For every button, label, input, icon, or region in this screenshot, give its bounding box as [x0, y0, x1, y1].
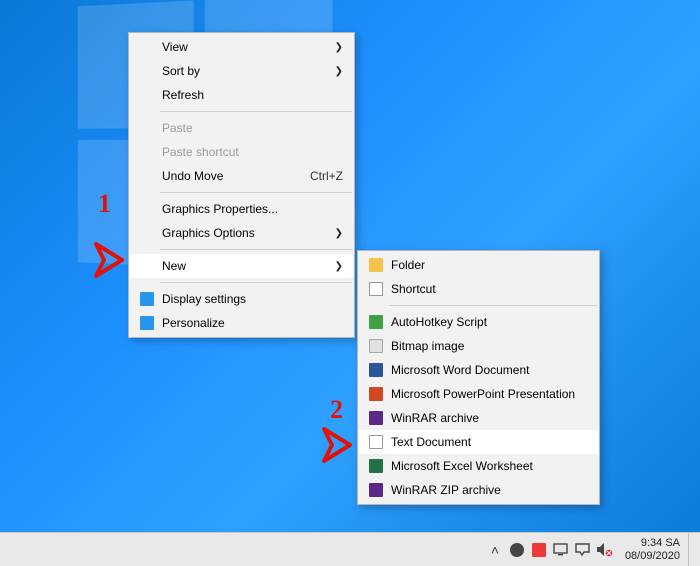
- submenu-item-shortcut[interactable]: Shortcut: [359, 277, 598, 301]
- menu-item-refresh[interactable]: Refresh: [130, 83, 353, 107]
- show-desktop-button[interactable]: [688, 533, 694, 566]
- submenu-item-excel[interactable]: Microsoft Excel Worksheet: [359, 454, 598, 478]
- menu-item-label: Shortcut: [387, 282, 588, 296]
- menu-item-new[interactable]: New ❯: [130, 254, 353, 278]
- menu-item-sort-by[interactable]: Sort by ❯: [130, 59, 353, 83]
- annotation-number-1: 1: [98, 189, 111, 219]
- menu-item-graphics-options[interactable]: Graphics Options ❯: [130, 221, 353, 245]
- shortcut-icon: [365, 282, 387, 296]
- chevron-right-icon: ❯: [329, 261, 343, 272]
- folder-icon: [365, 258, 387, 272]
- submenu-item-powerpoint[interactable]: Microsoft PowerPoint Presentation: [359, 382, 598, 406]
- menu-item-label: Text Document: [387, 435, 588, 449]
- menu-item-view[interactable]: View ❯: [130, 35, 353, 59]
- annotation-arrow-2: [320, 425, 356, 465]
- tray-volume-muted-icon[interactable]: [595, 540, 615, 560]
- menu-item-label: Microsoft PowerPoint Presentation: [387, 387, 588, 401]
- taskbar-date: 08/09/2020: [625, 550, 680, 563]
- menu-item-label: AutoHotkey Script: [387, 315, 588, 329]
- tray-overflow-icon[interactable]: ˄: [485, 540, 505, 560]
- menu-item-paste-shortcut: Paste shortcut: [130, 140, 353, 164]
- chevron-right-icon: ❯: [329, 66, 343, 77]
- tray-app-icon[interactable]: [507, 540, 527, 560]
- menu-item-label: Folder: [387, 258, 588, 272]
- powerpoint-icon: [365, 387, 387, 401]
- submenu-item-word[interactable]: Microsoft Word Document: [359, 358, 598, 382]
- menu-item-undo-move[interactable]: Undo Move Ctrl+Z: [130, 164, 353, 188]
- tray-action-center-icon[interactable]: [573, 540, 593, 560]
- submenu-item-text-document[interactable]: Text Document: [359, 430, 598, 454]
- chevron-right-icon: ❯: [329, 228, 343, 239]
- submenu-item-winrar[interactable]: WinRAR archive: [359, 406, 598, 430]
- annotation-number-2: 2: [330, 395, 343, 425]
- menu-item-paste: Paste: [130, 116, 353, 140]
- menu-item-label: Paste: [158, 121, 343, 135]
- display-icon: [136, 292, 158, 306]
- desktop-context-menu: View ❯ Sort by ❯ Refresh Paste Paste sho…: [128, 32, 355, 338]
- menu-item-label: Display settings: [158, 292, 343, 306]
- menu-item-label: Microsoft Excel Worksheet: [387, 459, 588, 473]
- submenu-item-bitmap[interactable]: Bitmap image: [359, 334, 598, 358]
- menu-separator: [389, 305, 597, 306]
- tray-vivaldi-icon[interactable]: [529, 540, 549, 560]
- taskbar: ˄ 9:34 SA 08/09/2020: [0, 532, 700, 566]
- menu-item-label: WinRAR archive: [387, 411, 588, 425]
- menu-item-label: Graphics Properties...: [158, 202, 343, 216]
- menu-item-label: View: [158, 40, 329, 54]
- menu-item-label: New: [158, 259, 329, 273]
- submenu-item-folder[interactable]: Folder: [359, 253, 598, 277]
- menu-item-accelerator: Ctrl+Z: [298, 169, 343, 183]
- annotation-arrow-1: [92, 240, 128, 280]
- ahk-icon: [365, 315, 387, 329]
- winrar-zip-icon: [365, 483, 387, 497]
- taskbar-time: 9:34 SA: [625, 537, 680, 550]
- excel-icon: [365, 459, 387, 473]
- menu-item-display-settings[interactable]: Display settings: [130, 287, 353, 311]
- menu-item-label: WinRAR ZIP archive: [387, 483, 588, 497]
- menu-item-label: Bitmap image: [387, 339, 588, 353]
- menu-separator: [160, 282, 352, 283]
- menu-item-personalize[interactable]: Personalize: [130, 311, 353, 335]
- submenu-item-autohotkey[interactable]: AutoHotkey Script: [359, 310, 598, 334]
- word-icon: [365, 363, 387, 377]
- menu-separator: [160, 249, 352, 250]
- new-submenu: Folder Shortcut AutoHotkey Script Bitmap…: [357, 250, 600, 505]
- menu-item-label: Refresh: [158, 88, 343, 102]
- submenu-item-winrar-zip[interactable]: WinRAR ZIP archive: [359, 478, 598, 502]
- tray-network-icon[interactable]: [551, 540, 571, 560]
- winrar-icon: [365, 411, 387, 425]
- menu-item-graphics-properties[interactable]: Graphics Properties...: [130, 197, 353, 221]
- menu-item-label: Paste shortcut: [158, 145, 343, 159]
- taskbar-clock[interactable]: 9:34 SA 08/09/2020: [617, 537, 686, 563]
- text-document-icon: [365, 435, 387, 449]
- menu-item-label: Personalize: [158, 316, 343, 330]
- bitmap-icon: [365, 339, 387, 353]
- menu-separator: [160, 111, 352, 112]
- menu-item-label: Microsoft Word Document: [387, 363, 588, 377]
- menu-item-label: Graphics Options: [158, 226, 329, 240]
- menu-item-label: Undo Move: [158, 169, 298, 183]
- chevron-right-icon: ❯: [329, 42, 343, 53]
- personalize-icon: [136, 316, 158, 330]
- menu-item-label: Sort by: [158, 64, 329, 78]
- menu-separator: [160, 192, 352, 193]
